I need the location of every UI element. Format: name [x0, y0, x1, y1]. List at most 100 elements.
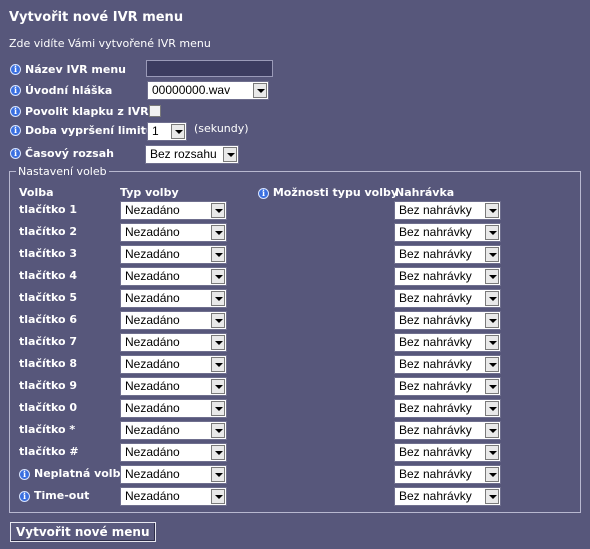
option-type-select[interactable]: Nezadáno [120, 311, 227, 330]
chevron-down-icon[interactable] [485, 269, 499, 284]
chevron-down-icon[interactable] [485, 379, 499, 394]
option-type-select[interactable]: Nezadáno [120, 443, 227, 462]
option-recording-select[interactable]: Bez nahrávky [394, 267, 501, 286]
option-type-select[interactable]: Nezadáno [120, 267, 227, 286]
option-recording-select[interactable]: Bez nahrávky [394, 377, 501, 396]
chevron-down-icon[interactable] [211, 489, 225, 504]
option-type-value: Nezadáno [125, 379, 180, 393]
info-icon[interactable]: i [19, 490, 30, 502]
option-row-label: tlačítko 7 [19, 335, 77, 348]
option-type-select[interactable]: Nezadáno [120, 399, 227, 418]
chevron-down-icon[interactable] [211, 203, 225, 218]
chevron-down-icon[interactable] [223, 147, 237, 162]
name-label: Název IVR menu [25, 62, 126, 76]
chevron-down-icon[interactable] [171, 124, 185, 139]
option-type-select[interactable]: Nezadáno [120, 333, 227, 352]
option-recording-select[interactable]: Bez nahrávky [394, 487, 501, 506]
option-recording-select[interactable]: Bez nahrávky [394, 289, 501, 308]
header-type-options: i Možnosti typu volby [258, 186, 398, 199]
chevron-down-icon[interactable] [211, 423, 225, 438]
info-icon[interactable]: i [10, 84, 21, 96]
timerange-select-value: Bez rozsahu [150, 147, 217, 161]
option-recording-select[interactable]: Bez nahrávky [394, 311, 501, 330]
option-row-label-text: tlačítko 0 [19, 401, 78, 414]
option-recording-select[interactable]: Bez nahrávky [394, 355, 501, 374]
option-recording-value: Bez nahrávky [399, 291, 472, 305]
info-icon[interactable]: i [10, 63, 21, 75]
chevron-down-icon[interactable] [211, 247, 225, 262]
option-type-select[interactable]: Nezadáno [120, 487, 227, 506]
chevron-down-icon[interactable] [211, 401, 225, 416]
chevron-down-icon[interactable] [485, 247, 499, 262]
option-recording-select[interactable]: Bez nahrávky [394, 333, 501, 352]
info-icon[interactable]: i [10, 124, 21, 136]
option-recording-select[interactable]: Bez nahrávky [394, 399, 501, 418]
chevron-down-icon[interactable] [211, 269, 225, 284]
option-type-select[interactable]: Nezadáno [120, 289, 227, 308]
timerange-select[interactable]: Bez rozsahu [145, 145, 239, 164]
chevron-down-icon[interactable] [485, 401, 499, 416]
option-type-select[interactable]: Nezadáno [120, 245, 227, 264]
option-type-value: Nezadáno [125, 401, 180, 415]
timeout-select[interactable]: 1 [147, 122, 187, 141]
greeting-label: Úvodní hláška [25, 83, 113, 97]
chevron-down-icon[interactable] [485, 225, 499, 240]
chevron-down-icon[interactable] [485, 313, 499, 328]
option-recording-value: Bez nahrávky [399, 423, 472, 437]
option-recording-select[interactable]: Bez nahrávky [394, 443, 501, 462]
option-type-select[interactable]: Nezadáno [120, 223, 227, 242]
option-type-select[interactable]: Nezadáno [120, 377, 227, 396]
option-recording-select[interactable]: Bez nahrávky [394, 465, 501, 484]
option-row-label-text: Time-out [34, 489, 90, 502]
chevron-down-icon[interactable] [211, 379, 225, 394]
chevron-down-icon[interactable] [485, 357, 499, 372]
option-type-value: Nezadáno [125, 357, 180, 371]
option-recording-select[interactable]: Bez nahrávky [394, 223, 501, 242]
option-type-select[interactable]: Nezadáno [120, 201, 227, 220]
page-title: Vytvořit nové IVR menu [9, 10, 184, 25]
option-type-value: Nezadáno [125, 335, 180, 349]
option-row-label: tlačítko * [19, 423, 75, 436]
info-icon[interactable]: i [10, 105, 21, 117]
chevron-down-icon[interactable] [211, 313, 225, 328]
chevron-down-icon[interactable] [211, 225, 225, 240]
info-icon[interactable]: i [19, 468, 30, 480]
timeout-select-value: 1 [152, 124, 159, 138]
chevron-down-icon[interactable] [211, 467, 225, 482]
chevron-down-icon[interactable] [211, 445, 225, 460]
chevron-down-icon[interactable] [485, 203, 499, 218]
options-legend: Nastavení voleb [18, 165, 107, 178]
option-type-select[interactable]: Nezadáno [120, 465, 227, 484]
name-input[interactable] [146, 60, 273, 77]
option-recording-select[interactable]: Bez nahrávky [394, 245, 501, 264]
chevron-down-icon[interactable] [485, 291, 499, 306]
chevron-down-icon[interactable] [485, 467, 499, 482]
chevron-down-icon[interactable] [485, 445, 499, 460]
create-menu-button[interactable]: Vytvořit nové menu [10, 522, 156, 542]
chevron-down-icon[interactable] [211, 357, 225, 372]
option-type-value: Nezadáno [125, 423, 180, 437]
chevron-down-icon[interactable] [485, 489, 499, 504]
option-recording-value: Bez nahrávky [399, 269, 472, 283]
info-icon[interactable]: i [258, 187, 269, 199]
option-type-select[interactable]: Nezadáno [120, 421, 227, 440]
option-row-label: tlačítko 8 [19, 357, 77, 370]
chevron-down-icon[interactable] [253, 83, 267, 98]
greeting-select[interactable]: 00000000.wav [147, 81, 269, 100]
chevron-down-icon[interactable] [485, 335, 499, 350]
chevron-down-icon[interactable] [211, 291, 225, 306]
option-type-value: Nezadáno [125, 203, 180, 217]
option-row-label: i Neplatná volba [19, 467, 128, 480]
header-recording: Nahrávka [395, 186, 455, 199]
info-icon[interactable]: i [10, 147, 21, 159]
flap-checkbox[interactable] [149, 105, 161, 117]
timerange-row: i Časový rozsah [10, 143, 114, 163]
option-row-label-text: tlačítko 5 [19, 291, 78, 304]
greeting-select-value: 00000000.wav [152, 83, 231, 97]
chevron-down-icon[interactable] [211, 335, 225, 350]
option-recording-select[interactable]: Bez nahrávky [394, 201, 501, 220]
option-type-select[interactable]: Nezadáno [120, 355, 227, 374]
option-recording-select[interactable]: Bez nahrávky [394, 421, 501, 440]
option-row-label: tlačítko 9 [19, 379, 77, 392]
chevron-down-icon[interactable] [485, 423, 499, 438]
